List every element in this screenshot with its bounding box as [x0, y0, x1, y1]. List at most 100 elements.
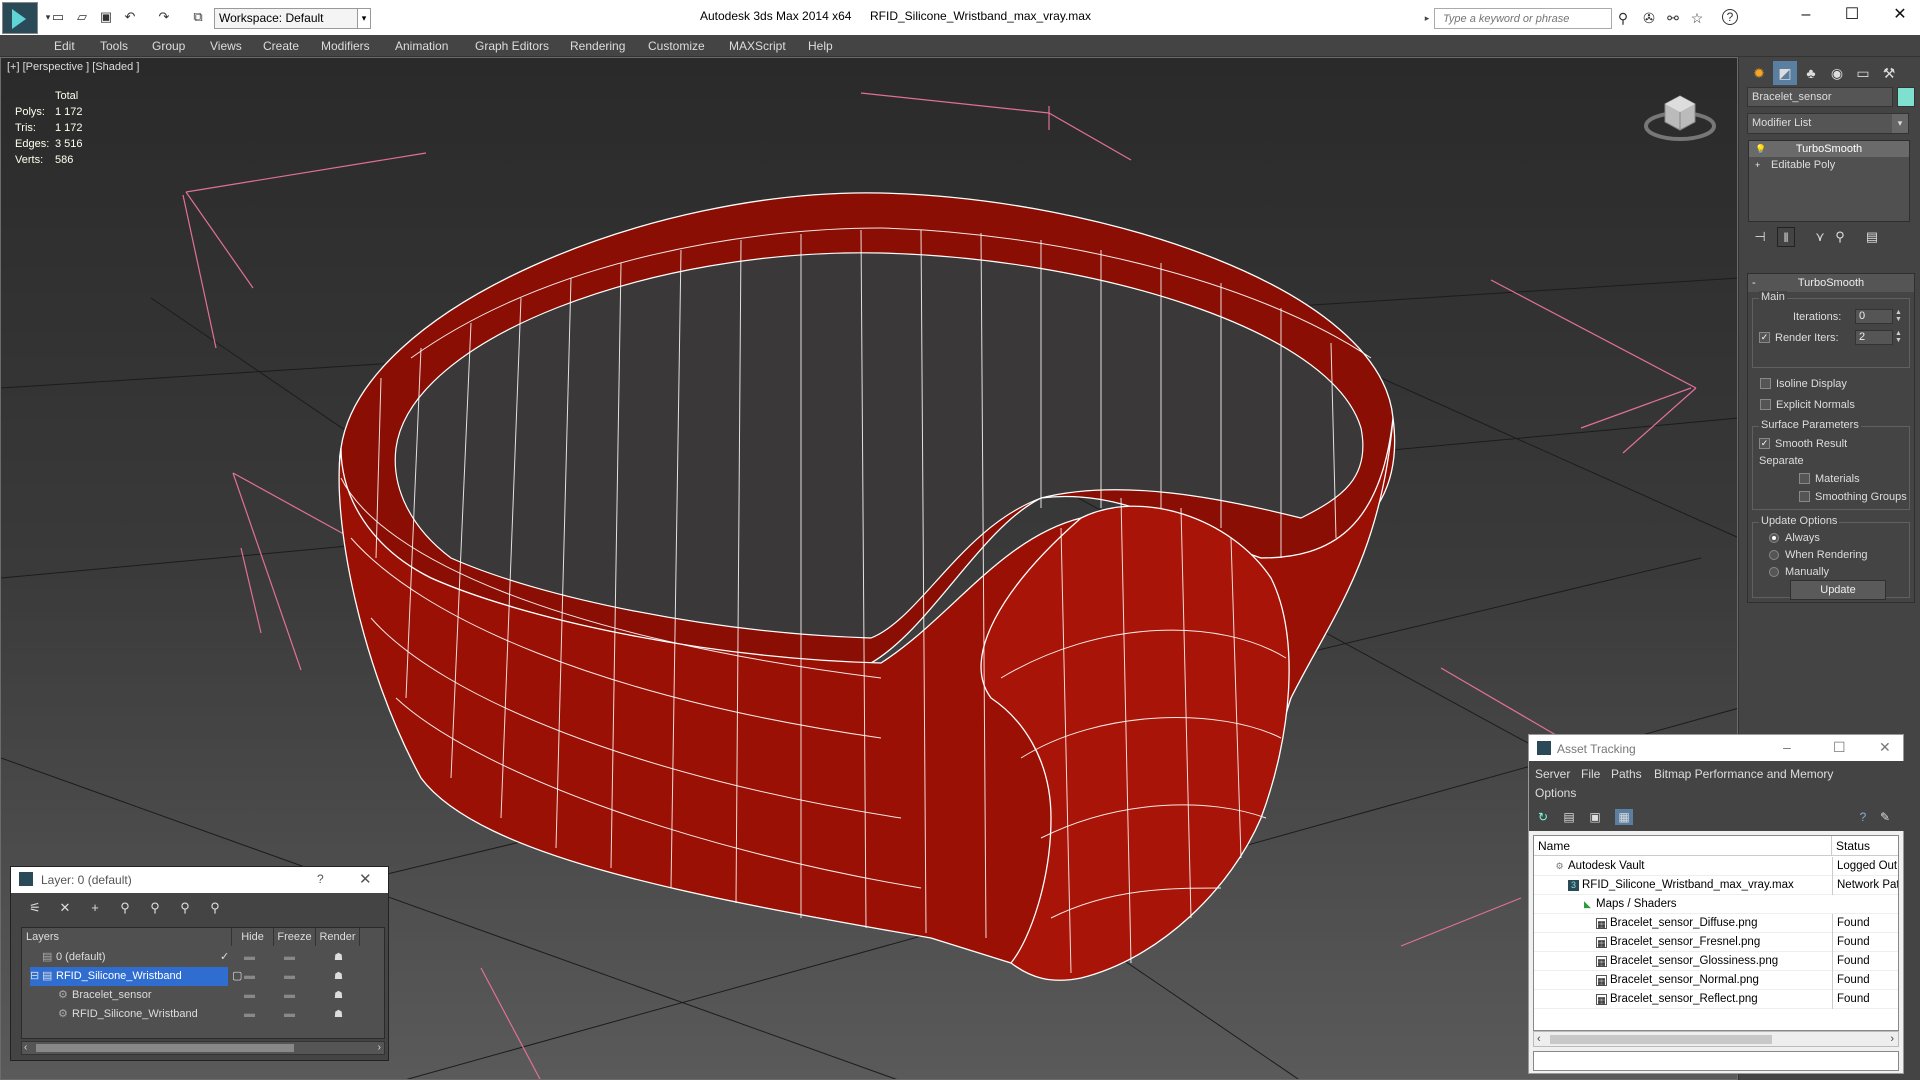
render-teapot-icon[interactable]: ☗ [334, 986, 343, 1005]
render-iters-spinner[interactable]: 2 [1855, 330, 1893, 345]
help-icon[interactable]: ? [317, 872, 324, 886]
pin-stack-icon[interactable]: ⊣ [1751, 227, 1769, 247]
manually-radio[interactable] [1769, 567, 1779, 577]
menu-edit[interactable]: Edit [54, 39, 75, 53]
refresh-icon[interactable]: ↻ [1535, 809, 1551, 825]
project-folder-icon[interactable]: ⧉ [190, 9, 206, 25]
binoculars-icon[interactable]: ⚲ [1614, 9, 1632, 27]
create-tab-icon[interactable]: ✹ [1747, 61, 1771, 85]
freeze-toggle[interactable]: ▬ [284, 967, 295, 986]
render-teapot-icon[interactable]: ☗ [334, 967, 343, 986]
maximize-icon[interactable]: ☐ [1833, 739, 1846, 756]
asset-horizontal-scrollbar[interactable]: ‹ › [1533, 1031, 1899, 1047]
display-tab-icon[interactable]: ▭ [1851, 61, 1875, 85]
menu-paths[interactable]: Paths [1611, 767, 1642, 781]
signin-icon[interactable]: ⚯ [1664, 9, 1682, 27]
close-icon[interactable]: ✕ [1886, 4, 1914, 26]
freeze-toggle[interactable]: ▬ [284, 1005, 295, 1024]
spinner-arrows-icon[interactable]: ▲ ▼ [1894, 309, 1903, 324]
hide-toggle[interactable]: ▬ [244, 948, 255, 967]
open-file-icon[interactable]: ▱ [74, 9, 90, 25]
scrollbar-thumb[interactable] [36, 1044, 294, 1052]
freeze-toggle[interactable]: ▬ [284, 986, 295, 1005]
hierarchy-tab-icon[interactable]: ♣ [1799, 61, 1823, 85]
remove-modifier-icon[interactable]: ⚲ [1831, 227, 1849, 247]
hide-toggle[interactable]: ▬ [244, 967, 255, 986]
thumbnail-view-icon[interactable]: ▣ [1587, 809, 1603, 825]
options-icon[interactable]: ✎ [1877, 809, 1893, 825]
favorites-star-icon[interactable]: ☆ [1688, 9, 1706, 27]
menu-server[interactable]: Server [1535, 767, 1570, 781]
layer-row[interactable]: ▤ 0 (default) ✓ ▬ ▬ ☗ [22, 948, 386, 967]
scrollbar-thumb[interactable] [1550, 1035, 1772, 1044]
object-color-swatch[interactable] [1897, 87, 1915, 107]
menu-create[interactable]: Create [263, 39, 299, 53]
layer-row[interactable]: ⚙ Bracelet_sensor ▬ ▬ ☗ [22, 986, 386, 1005]
highlight-selected-icon[interactable]: ⚲ [145, 899, 165, 917]
render-teapot-icon[interactable]: ☗ [334, 948, 343, 967]
save-file-icon[interactable]: ▣ [98, 9, 114, 25]
make-current-icon[interactable]: ▢ [232, 967, 242, 986]
smooth-result-checkbox[interactable]: ✓ [1759, 438, 1770, 449]
layer-window-titlebar[interactable]: Layer: 0 (default) ? ✕ [11, 867, 388, 893]
app-logo-icon[interactable] [2, 2, 38, 34]
isoline-display-checkbox[interactable] [1760, 378, 1771, 389]
modifier-list-dropdown[interactable]: Modifier List ▾ [1747, 113, 1909, 134]
menu-bitmap-performance[interactable]: Bitmap Performance and Memory [1654, 767, 1833, 781]
always-radio[interactable] [1769, 533, 1779, 543]
explicit-normals-checkbox[interactable] [1760, 399, 1771, 410]
menu-maxscript[interactable]: MAXScript [729, 39, 786, 53]
search-expand-icon[interactable]: ▸ [1420, 8, 1434, 29]
search-input[interactable] [1434, 8, 1612, 29]
collapse-minus-icon[interactable]: ⊟ [30, 967, 39, 986]
hide-toggle[interactable]: ▬ [244, 986, 255, 1005]
stack-item-turbosmooth[interactable]: 💡 TurboSmooth [1749, 141, 1909, 157]
configure-sets-icon[interactable]: ▤ [1863, 227, 1881, 247]
object-name-field[interactable]: Bracelet_sensor [1747, 87, 1893, 107]
scroll-left-icon[interactable]: ‹ [24, 1042, 27, 1054]
show-end-result-icon[interactable]: ‖ [1777, 227, 1795, 247]
make-unique-icon[interactable]: ⋎ [1811, 227, 1829, 247]
redo-icon[interactable]: ↷ [156, 9, 172, 25]
asset-row[interactable]: ⚙ Autodesk Vault Logged Out [1534, 857, 1898, 876]
menu-rendering[interactable]: Rendering [570, 39, 625, 53]
stack-item-editable-poly[interactable]: + Editable Poly [1749, 157, 1909, 173]
asset-row[interactable]: ▦ Bracelet_sensor_Glossiness.png Found [1534, 952, 1898, 971]
minimize-icon[interactable]: – [1783, 739, 1791, 755]
minimize-icon[interactable]: – [1792, 4, 1820, 26]
scroll-left-icon[interactable]: ‹ [1537, 1032, 1541, 1046]
menu-customize[interactable]: Customize [648, 39, 705, 53]
layer-horizontal-scrollbar[interactable]: ‹ › [21, 1041, 385, 1055]
freeze-all-icon[interactable]: ⚲ [205, 899, 225, 917]
workspace-dropdown[interactable]: Workspace: Default ▾ [214, 8, 371, 29]
hide-toggle[interactable]: ▬ [244, 1005, 255, 1024]
asset-row[interactable]: 3 RFID_Silicone_Wristband_max_vray.max N… [1534, 876, 1898, 895]
close-icon[interactable]: ✕ [1879, 739, 1891, 756]
chevron-down-icon[interactable]: ▾ [1892, 114, 1908, 133]
menu-tools[interactable]: Tools [100, 39, 128, 53]
menu-help[interactable]: Help [808, 39, 833, 53]
hide-all-icon[interactable]: ⚲ [175, 899, 195, 917]
asset-row[interactable]: ◣ Maps / Shaders [1534, 895, 1898, 914]
asset-row[interactable]: ▦ Bracelet_sensor_Reflect.png Found [1534, 990, 1898, 1009]
rollout-header[interactable]: - TurboSmooth [1748, 274, 1914, 292]
table-view-icon[interactable]: ▦ [1615, 809, 1633, 825]
menu-options[interactable]: Options [1535, 786, 1576, 800]
maximize-icon[interactable]: ☐ [1838, 4, 1866, 26]
menu-views[interactable]: Views [210, 39, 242, 53]
column-header-render[interactable]: Render [316, 928, 360, 946]
menu-modifiers[interactable]: Modifiers [321, 39, 370, 53]
layer-row[interactable]: ⊟ ▤ RFID_Silicone_Wristband ▢ ▬ ▬ ☗ [22, 967, 386, 986]
menu-animation[interactable]: Animation [395, 39, 448, 53]
scroll-right-icon[interactable]: › [1890, 1032, 1894, 1046]
asset-row[interactable]: ▦ Bracelet_sensor_Fresnel.png Found [1534, 933, 1898, 952]
update-button[interactable]: Update [1790, 580, 1886, 600]
new-file-icon[interactable]: ▭ [50, 9, 66, 25]
select-objects-icon[interactable]: ⚲ [115, 899, 135, 917]
spinner-arrows-icon[interactable]: ▲ ▼ [1894, 330, 1903, 345]
materials-checkbox[interactable] [1799, 473, 1810, 484]
when-rendering-radio[interactable] [1769, 550, 1779, 560]
list-view-icon[interactable]: ▤ [1561, 809, 1577, 825]
freeze-toggle[interactable]: ▬ [284, 948, 295, 967]
viewcube-icon[interactable] [1643, 86, 1717, 142]
